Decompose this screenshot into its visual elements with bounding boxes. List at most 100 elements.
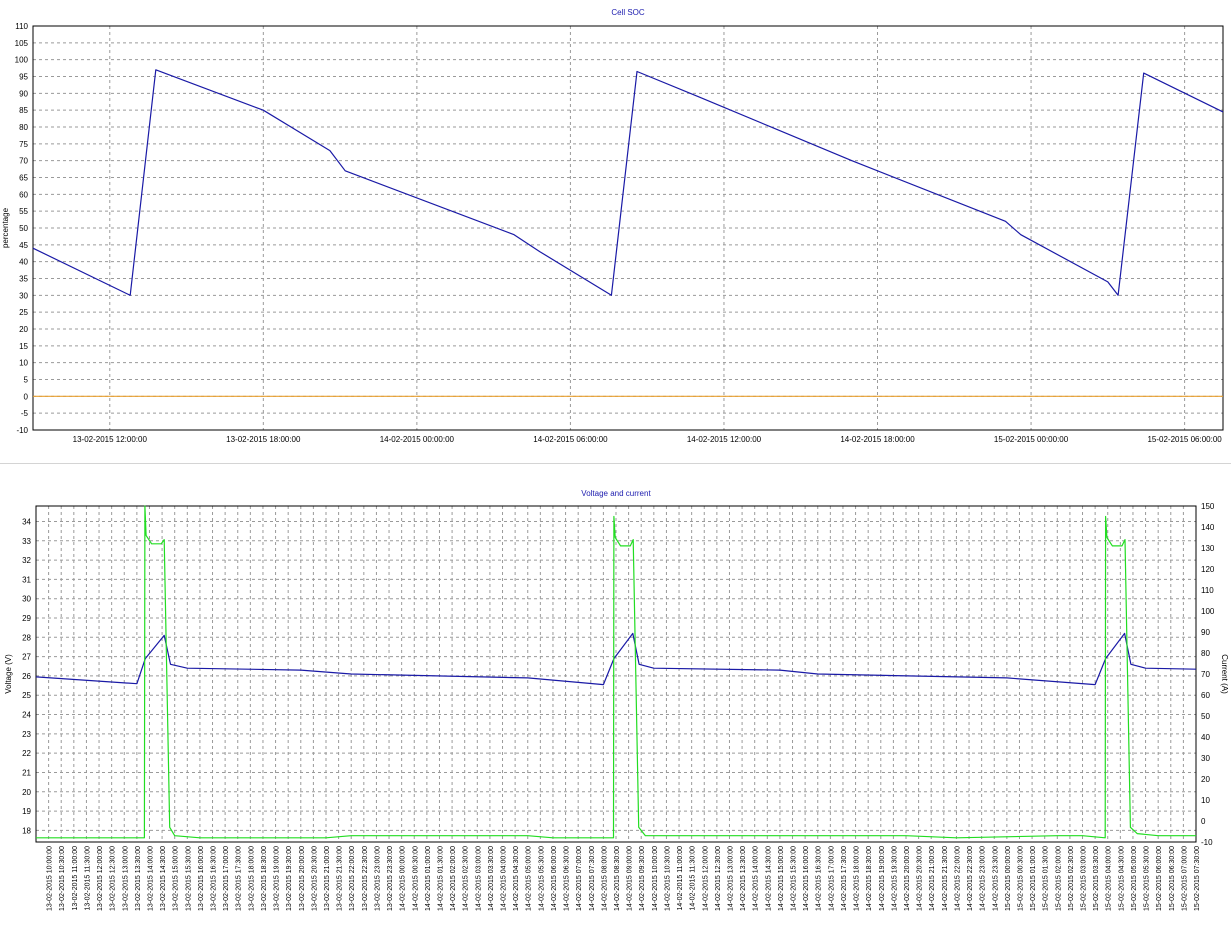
x-tick-label: 14-02-2015 05:00:00: [526, 846, 533, 911]
x-tick-label: 15-02-2015 07:30:00: [1194, 846, 1201, 911]
y-tick-label: 5: [24, 376, 29, 385]
y2-tick-label: 20: [1201, 775, 1210, 784]
x-tick-label: 15-02-2015 04:00:00: [1106, 846, 1113, 911]
x-tick-label: 14-02-2015 16:30:00: [816, 846, 823, 911]
x-tick-label: 13-02-2015 15:00:00: [173, 846, 180, 911]
y2-tick-label: 80: [1201, 649, 1210, 658]
y2-tick-label: 110: [1201, 586, 1214, 595]
y-tick-label: -5: [21, 409, 29, 418]
x-tick-label: 14-02-2015 12:00:00: [702, 846, 709, 911]
x-tick-label: 15-02-2015 07:00:00: [1181, 846, 1188, 911]
x-tick-label: 14-02-2015 21:30:00: [942, 846, 949, 911]
x-tick-label: 14-02-2015 17:00:00: [828, 846, 835, 911]
y-tick-label: 28: [22, 633, 31, 642]
y-tick-label: 45: [19, 241, 28, 250]
y-tick-label: 80: [19, 123, 28, 132]
x-tick-label: 14-02-2015 14:30:00: [765, 846, 772, 911]
x-tick-label: 14-02-2015 10:00:00: [652, 846, 659, 911]
cell-soc-chart: Cell SOC -10 -5 0 5 10 15 20 25 30 35 40 45 50 55 60 65 7…: [0, 0, 1231, 462]
y2-tick-label: 90: [1201, 628, 1210, 637]
x-tick-label: 13-02-2015 11:00:00: [72, 846, 79, 911]
x-tick-label: 14-02-2015 16:00:00: [803, 846, 810, 911]
x-tick-label: 13-02-2015 17:00:00: [223, 846, 230, 911]
x-tick-label: 13-02-2015 15:30:00: [185, 846, 192, 911]
y-tick-label: 27: [22, 653, 31, 662]
y2-tick-label: 150: [1201, 502, 1215, 511]
x-tick-label: 13-02-2015 22:00:00: [349, 846, 356, 911]
y2-tick-label: 120: [1201, 565, 1215, 574]
y-tick-label: 30: [19, 291, 28, 300]
x-tick-label: 14-02-2015 22:00:00: [954, 846, 961, 911]
x-tick-label: 14-02-2015 02:00:00: [450, 846, 457, 911]
x-tick-label: 14-02-2015 12:00:00: [687, 435, 762, 444]
y2-tick-label: 0: [1201, 817, 1206, 826]
y2-tick-label: 100: [1201, 607, 1215, 616]
x-tick-label: 13-02-2015 14:30:00: [160, 846, 167, 911]
y-tick-label: 22: [22, 749, 31, 758]
x-tick-label: 13-02-2015 18:00:00: [226, 435, 301, 444]
x-tick-label: 13-02-2015 18:00:00: [248, 846, 255, 911]
x-tick-label: 14-02-2015 20:30:00: [917, 846, 924, 911]
x-tick-label: 14-02-2015 19:30:00: [891, 846, 898, 911]
x-tick-label: 13-02-2015 16:00:00: [198, 846, 205, 911]
y-tick-label: 32: [22, 556, 31, 565]
x-tick-label: 15-02-2015 00:00:00: [1005, 846, 1012, 911]
x-tick-label: 14-02-2015 15:30:00: [791, 846, 798, 911]
y-tick-label: 34: [22, 517, 31, 526]
y-tick-label: 25: [22, 691, 31, 700]
x-tick-label: 15-02-2015 00:00:00: [994, 435, 1069, 444]
y-tick-label: 90: [19, 89, 28, 98]
x-tick-label: 14-02-2015 08:00:00: [601, 846, 608, 911]
x-tick-label: 14-02-2015 11:30:00: [690, 846, 697, 911]
x-tick-label: 14-02-2015 23:00:00: [980, 846, 987, 911]
chart-divider: [0, 463, 1231, 464]
y2-tick-label: 140: [1201, 523, 1215, 532]
y-tick-label: 21: [22, 768, 31, 777]
x-tick-label: 15-02-2015 06:00:00: [1156, 846, 1163, 911]
x-tick-label: 15-02-2015 06:30:00: [1169, 846, 1176, 911]
x-tick-label: 14-02-2015 23:30:00: [992, 846, 999, 911]
x-tick-label: 14-02-2015 03:30:00: [488, 846, 495, 911]
y-tick-label: 105: [15, 39, 29, 48]
x-tick-label: 13-02-2015 14:00:00: [147, 846, 154, 911]
x-tick-label: 14-02-2015 05:30:00: [538, 846, 545, 911]
x-tick-label: 15-02-2015 01:00:00: [1030, 846, 1037, 911]
x-tick-label: 13-02-2015 12:00:00: [97, 846, 104, 911]
x-tick-label: 15-02-2015 05:00:00: [1131, 846, 1138, 911]
x-tick-label: 15-02-2015 03:30:00: [1093, 846, 1100, 911]
y2-tick-label: 70: [1201, 670, 1210, 679]
x-tick-label: 14-02-2015 13:30:00: [740, 846, 747, 911]
y2-tick-label: 10: [1201, 796, 1210, 805]
x-tick-label: 14-02-2015 02:30:00: [463, 846, 470, 911]
y-tick-label: 75: [19, 140, 28, 149]
x-tick-label: 14-02-2015 06:30:00: [564, 846, 571, 911]
x-tick-label: 15-02-2015 02:00:00: [1055, 846, 1062, 911]
x-tick-label: 14-02-2015 12:30:00: [715, 846, 722, 911]
x-tick-label: 14-02-2015 08:30:00: [614, 846, 621, 911]
x-tick-label: 14-02-2015 09:00:00: [627, 846, 634, 911]
y-tick-label: 110: [15, 22, 28, 31]
x-tick-label: 14-02-2015 00:00:00: [380, 435, 455, 444]
y-tick-label: 100: [15, 56, 29, 65]
chart-title: Cell SOC: [611, 8, 645, 17]
y-tick-label: 26: [22, 672, 31, 681]
x-tick-label: 13-02-2015 13:00:00: [122, 846, 129, 911]
chart-title: Voltage and current: [581, 489, 651, 498]
x-tick-label: 13-02-2015 16:30:00: [211, 846, 218, 911]
x-tick-label: 14-02-2015 03:00:00: [475, 846, 482, 911]
y-tick-label: 70: [19, 157, 28, 166]
y-tick-label: 20: [19, 325, 28, 334]
y2-tick-label: 50: [1201, 712, 1210, 721]
x-tick-label: 14-02-2015 09:30:00: [639, 846, 646, 911]
voltage-current-chart: Voltage and current 18 19 20 21 22 23 24 25 26 27 2…: [0, 466, 1231, 933]
x-tick-label: 13-02-2015 19:30:00: [286, 846, 293, 911]
y-tick-label: 65: [19, 174, 28, 183]
x-tick-label: 14-02-2015 07:30:00: [589, 846, 596, 911]
x-tick-label: 15-02-2015 00:30:00: [1017, 846, 1024, 911]
y-tick-label: 25: [19, 308, 28, 317]
x-tick-label: 14-02-2015 18:00:00: [854, 846, 861, 911]
y-tick-label: 33: [22, 537, 31, 546]
x-tick-label: 14-02-2015 06:00:00: [551, 846, 558, 911]
y-tick-label: 23: [22, 730, 31, 739]
x-tick-label: 14-02-2015 17:30:00: [841, 846, 848, 911]
